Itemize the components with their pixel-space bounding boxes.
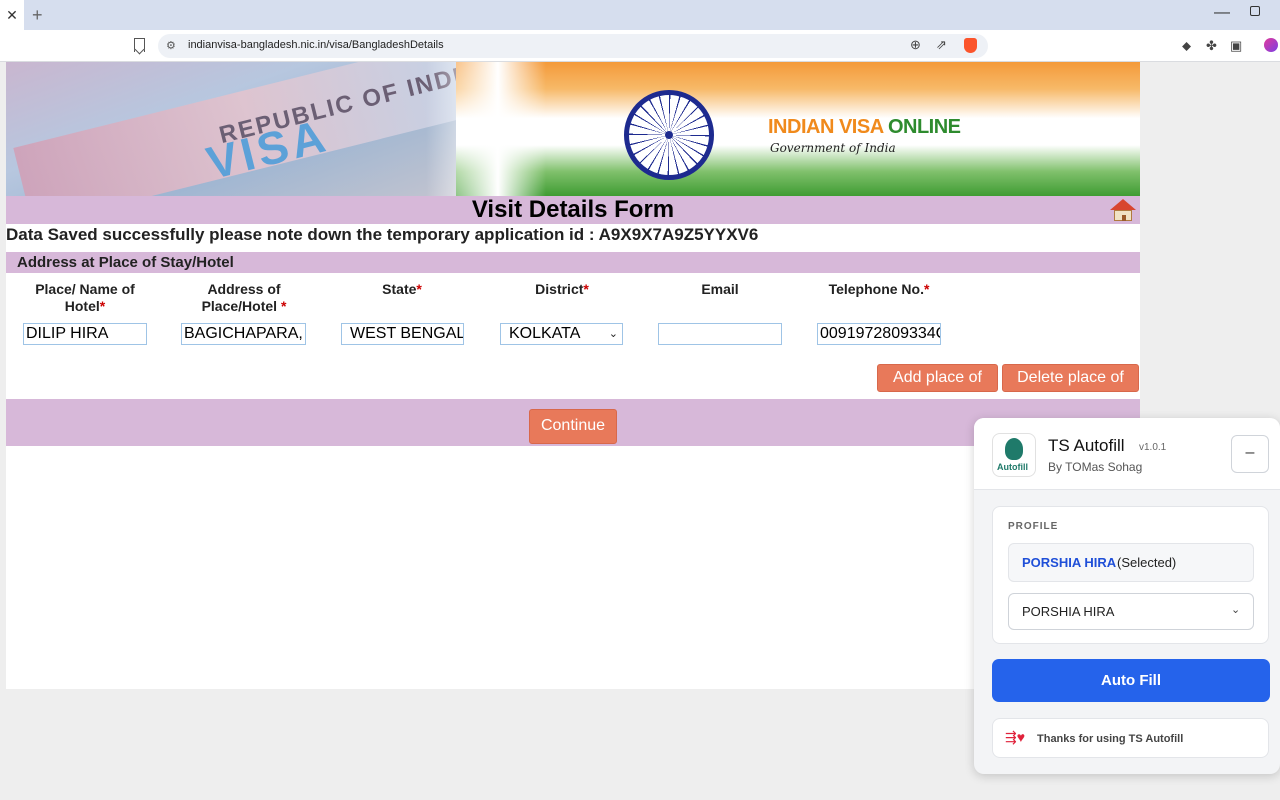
district-select-value: KOLKATA: [509, 325, 581, 342]
extension-header: Autofill TS Autofill v1.0.1 By TOMas Soh…: [974, 418, 1280, 490]
url-text[interactable]: indianvisa-bangladesh.nic.in/visa/Bangla…: [188, 39, 444, 51]
extension-title: TS Autofill: [1048, 436, 1125, 455]
heart-icon: ⇶♥: [1005, 729, 1026, 745]
telephone-input[interactable]: 0091972809334C: [817, 323, 941, 345]
chevron-down-icon: ⌄: [608, 328, 618, 340]
profile-dropdown[interactable]: PORSHIA HIRA ⌄: [1008, 593, 1254, 630]
browser-toolbar: ⚙ indianvisa-bangladesh.nic.in/visa/Bang…: [0, 30, 1280, 62]
column-header-email: Email: [701, 281, 739, 297]
section-title: Address at Place of Stay/Hotel: [17, 254, 234, 271]
home-icon[interactable]: [1110, 199, 1136, 221]
tab-bar: ✕ + —: [0, 0, 1280, 30]
extension-footer: ⇶♥ Thanks for using TS Autofill: [992, 718, 1269, 758]
profile-avatar-icon[interactable]: [1264, 38, 1278, 52]
profile-card: PROFILE PORSHIA HIRA (Selected) PORSHIA …: [992, 506, 1269, 644]
address-bar[interactable]: ⚙ indianvisa-bangladesh.nic.in/visa/Bang…: [158, 34, 988, 58]
ts-autofill-extension-icon[interactable]: ⬥: [1182, 38, 1191, 54]
bookmark-icon[interactable]: [134, 38, 145, 52]
state-select[interactable]: WEST BENGAL: [341, 323, 464, 345]
profile-dropdown-value: PORSHIA HIRA: [1022, 604, 1115, 619]
indian-visa-banner: REPUBLIC OF INDIA VISA INDIAN VISA ONLIN…: [6, 62, 1140, 196]
delete-place-of-stay-button[interactable]: Delete place of stay: [1002, 364, 1139, 412]
site-info-icon[interactable]: ⚙: [166, 39, 176, 52]
government-of-india-text: Government of India: [770, 141, 896, 155]
section-header: Address at Place of Stay/Hotel: [6, 252, 1140, 273]
column-header-address: Address of Place/Hotel *: [201, 281, 287, 314]
profile-label: PROFILE: [1008, 521, 1059, 532]
extension-author: By TOMas Sohag: [1048, 460, 1143, 474]
place-name-input[interactable]: DILIP HIRA: [23, 323, 147, 345]
ts-autofill-panel: Autofill TS Autofill v1.0.1 By TOMas Soh…: [974, 418, 1280, 774]
page-title: Visit Details Form: [471, 196, 675, 223]
state-select-value: WEST BENGAL: [350, 325, 464, 342]
chevron-down-icon: ⌄: [1231, 604, 1241, 616]
extensions-puzzle-icon[interactable]: ✤: [1206, 38, 1217, 54]
auto-fill-button[interactable]: Auto Fill: [992, 659, 1270, 702]
column-header-state: State*: [382, 281, 422, 297]
email-input[interactable]: [658, 323, 782, 345]
visa-page: REPUBLIC OF INDIA VISA INDIAN VISA ONLIN…: [6, 62, 1140, 689]
maximize-window-button[interactable]: [1250, 6, 1260, 16]
form-title-bar: Visit Details Form: [6, 196, 1140, 224]
thanks-text: Thanks for using TS Autofill: [1037, 733, 1184, 745]
column-header-district: District*: [535, 281, 589, 297]
selected-tag: (Selected): [1117, 555, 1177, 570]
new-tab-button[interactable]: +: [32, 5, 43, 26]
district-select[interactable]: KOLKATA ⌄: [500, 323, 623, 345]
share-icon[interactable]: ⇗: [936, 37, 947, 53]
close-tab-icon[interactable]: ✕: [0, 0, 24, 30]
saved-success-message: Data Saved successfully please note down…: [6, 225, 759, 244]
ashoka-chakra-icon: [624, 90, 714, 180]
selected-profile: PORSHIA HIRA (Selected): [1008, 543, 1254, 582]
selected-profile-name: PORSHIA HIRA: [1022, 555, 1117, 570]
column-header-place: Place/ Name of Hotel*: [35, 281, 135, 314]
zoom-icon[interactable]: ⊕: [910, 37, 921, 53]
continue-bar: Continue: [6, 399, 1140, 446]
add-place-of-stay-button[interactable]: Add place of stay: [877, 364, 998, 412]
brave-shields-icon[interactable]: [964, 38, 977, 53]
reader-mode-icon[interactable]: ▣: [1230, 38, 1242, 54]
continue-button[interactable]: Continue: [529, 409, 617, 444]
column-header-telephone: Telephone No.*: [828, 281, 930, 297]
banner-fade: [426, 62, 546, 196]
address-input[interactable]: BAGICHAPARA,: [181, 323, 306, 345]
minimize-window-button[interactable]: —: [1214, 4, 1230, 22]
collapse-panel-button[interactable]: –: [1231, 435, 1269, 473]
extension-version: v1.0.1: [1139, 442, 1167, 453]
indian-visa-online-logo: INDIAN VISA ONLINE: [768, 116, 961, 138]
ts-autofill-logo-icon: Autofill: [992, 433, 1036, 477]
